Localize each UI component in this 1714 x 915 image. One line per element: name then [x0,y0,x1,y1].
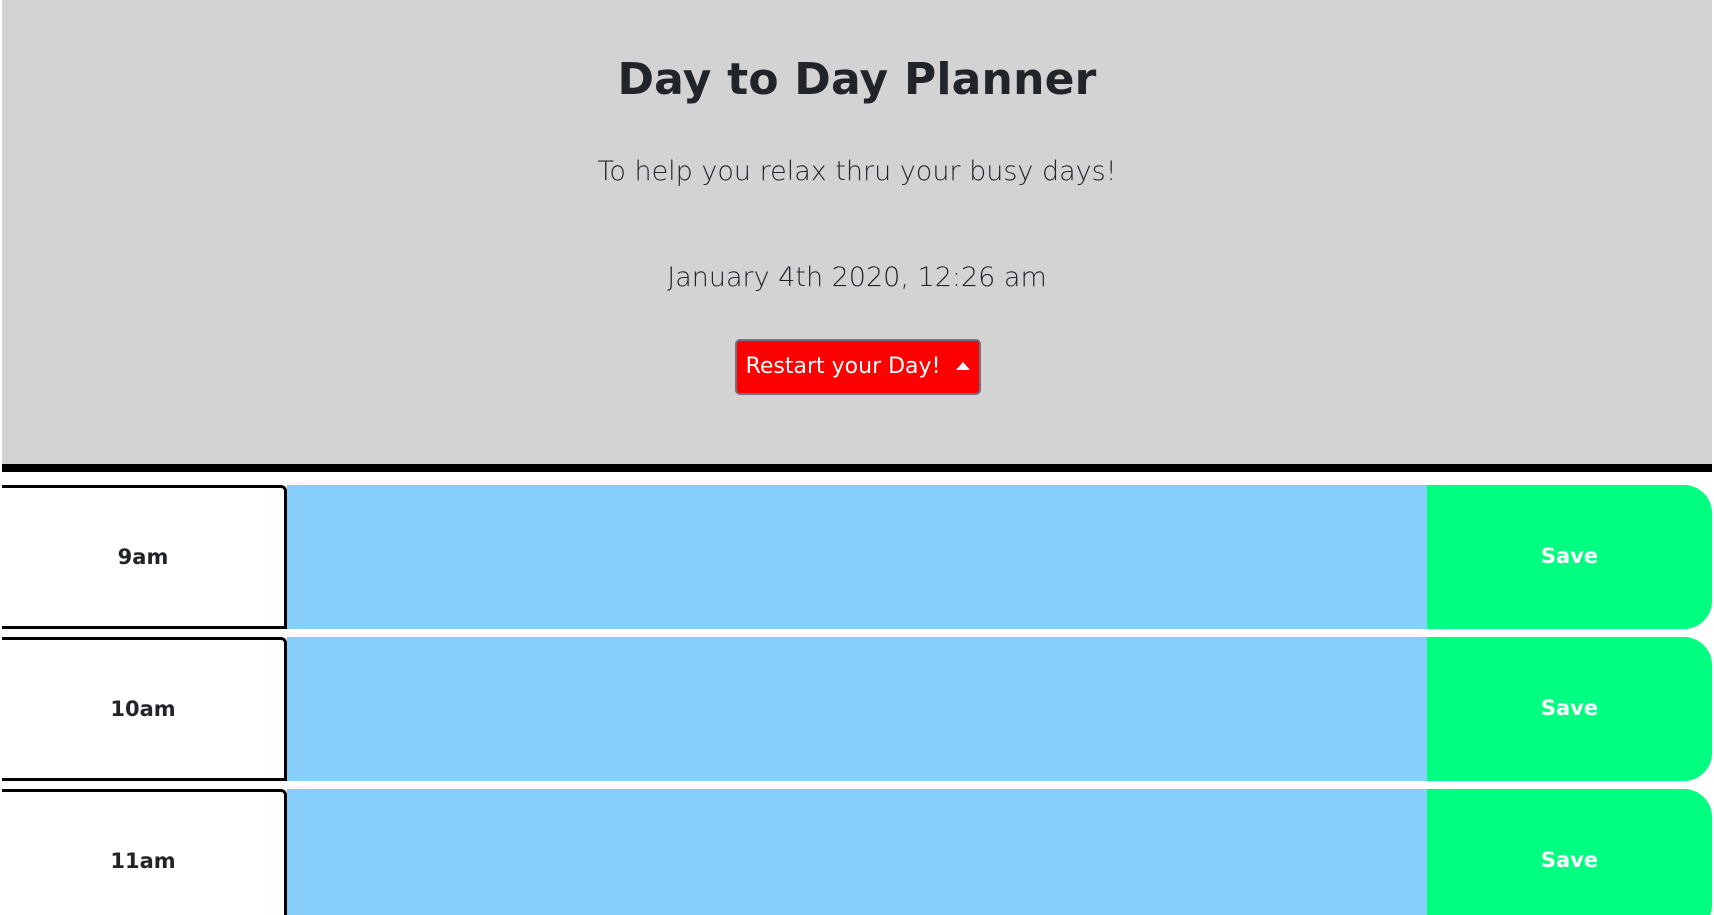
hour-label: 11am [2,789,287,915]
caret-up-icon [956,362,971,370]
page-title: Day to Day Planner [617,54,1097,105]
hour-label: 10am [2,637,287,781]
hour-label: 9am [2,485,287,629]
time-block-row: 9am Save [2,485,1712,629]
task-input[interactable] [287,637,1427,781]
task-input[interactable] [287,789,1427,915]
time-block-row: 10am Save [2,637,1712,781]
time-block-row: 11am Save [2,789,1712,915]
page-subtitle: To help you relax thru your busy days! [597,156,1117,187]
save-button[interactable]: Save [1427,637,1712,781]
save-button[interactable]: Save [1427,485,1712,629]
restart-button-label: Restart your Day! [745,353,941,379]
jumbotron-header: Day to Day Planner To help you relax thr… [2,0,1712,472]
current-date: January 4th 2020, 12:26 am [667,262,1047,293]
task-input[interactable] [287,485,1427,629]
save-button[interactable]: Save [1427,789,1712,915]
restart-day-button[interactable]: Restart your Day! [735,339,981,395]
planner-page: Day to Day Planner To help you relax thr… [0,0,1714,915]
